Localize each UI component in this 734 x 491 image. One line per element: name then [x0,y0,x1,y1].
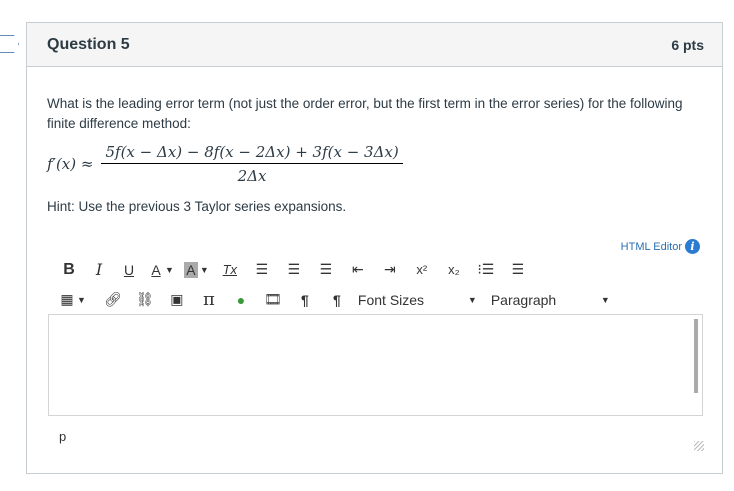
outdent-icon[interactable]: ⇤ [347,261,369,278]
table-icon[interactable]: ▦ [59,291,75,308]
superscript-button[interactable]: x² [411,262,433,277]
align-right-icon[interactable]: ☰ [315,261,337,278]
toolbar-row-2: ▦ ▼ 🔗︎ ⛓︎ ▣ π ● 🎞︎ ¶ ¶ Font Sizes ▼ Paragr… [59,289,620,310]
editor-scrollbar[interactable] [694,319,698,393]
question-flag[interactable] [0,35,19,53]
bold-button[interactable]: B [59,261,79,279]
subscript-button[interactable]: x₂ [443,262,465,277]
chevron-down-icon[interactable]: ▼ [468,295,477,305]
align-center-icon[interactable]: ☰ [283,261,305,278]
chevron-down-icon[interactable]: ▼ [77,295,86,305]
italic-button[interactable]: I [89,260,109,279]
align-left-icon[interactable]: ☰ [251,261,273,278]
rtl-paragraph-icon[interactable]: ¶ [326,292,348,308]
equation-button[interactable]: π [198,289,220,310]
chevron-down-icon[interactable]: ▼ [200,265,209,275]
chevron-down-icon[interactable]: ▼ [601,295,610,305]
question-header: Question 5 6 pts [27,23,722,67]
formula-numerator: 5f(x − Δx) − 8f(x − 2Δx) + 3f(x − 3Δx) [101,143,403,164]
link-icon[interactable]: 🔗︎ [102,291,124,308]
question-text: What is the leading error term (not just… [47,96,683,131]
question-title: Question 5 [47,36,130,53]
indent-icon[interactable]: ⇥ [379,261,401,278]
formula-fraction: 5f(x − Δx) − 8f(x − 2Δx) + 3f(x − 3Δx) 2… [101,143,403,185]
paragraph-select[interactable]: Paragraph [491,292,591,308]
formula-denominator: 2Δx [237,167,267,185]
media-app-icon[interactable]: ● [230,292,252,308]
font-color-button[interactable]: A [149,262,163,278]
clear-formatting-button[interactable]: Tx [219,262,241,277]
chevron-down-icon[interactable]: ▼ [165,265,174,275]
html-editor-label[interactable]: HTML Editor [621,241,682,253]
html-editor-link[interactable]: HTML Editor i [621,239,700,254]
font-sizes-select[interactable]: Font Sizes [358,292,458,308]
question-points: 6 pts [671,37,704,53]
toolbar-row-1: B I U A ▼ A ▼ Tx ☰ ☰ ☰ ⇤ ⇥ x² x₂ ⁝☰ ☰ [59,260,539,279]
image-icon[interactable]: ▣ [166,291,188,308]
formula-lhs: f′(x) ≈ [47,155,94,173]
hint-text: Hint: Use the previous 3 Taylor series e… [47,199,347,214]
media-icon[interactable]: 🎞︎ [262,291,284,308]
formula: f′(x) ≈ 5f(x − Δx) − 8f(x − 2Δx) + 3f(x … [47,143,403,185]
unlink-icon[interactable]: ⛓︎ [134,291,156,308]
element-path: p [59,429,67,444]
bullet-list-icon[interactable]: ⁝☰ [475,261,497,278]
answer-editor[interactable] [48,314,703,416]
numbered-list-icon[interactable]: ☰ [507,261,529,278]
underline-button[interactable]: U [119,262,139,278]
ltr-paragraph-icon[interactable]: ¶ [294,292,316,308]
background-color-button[interactable]: A [183,261,198,278]
info-icon[interactable]: i [685,239,700,254]
question-card: Question 5 6 pts What is the leading err… [26,22,723,474]
resize-handle[interactable] [694,441,704,451]
